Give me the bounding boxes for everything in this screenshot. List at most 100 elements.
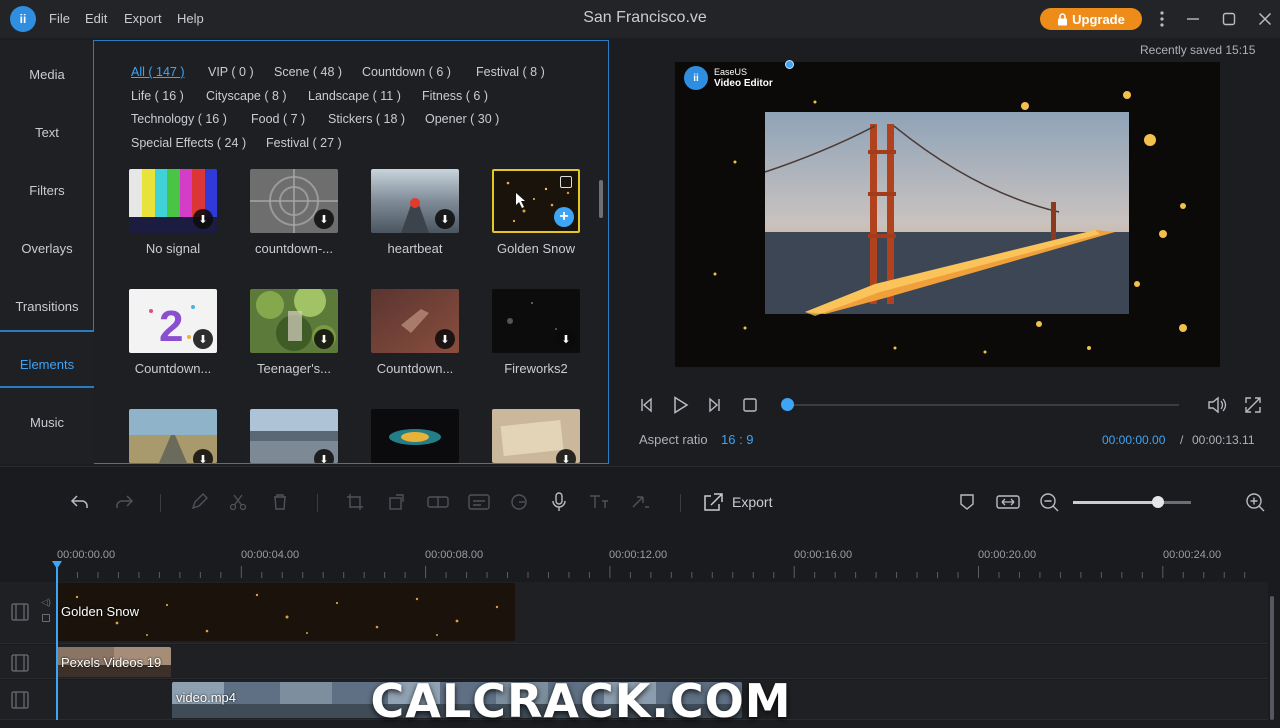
library-scrollbar[interactable] bbox=[599, 180, 603, 218]
seek-bar[interactable] bbox=[787, 404, 1179, 406]
close-icon[interactable] bbox=[1254, 8, 1276, 30]
volume-icon[interactable] bbox=[1207, 395, 1227, 415]
edit-icon[interactable] bbox=[187, 490, 211, 514]
element-thumbnail[interactable]: ⬇ bbox=[250, 409, 338, 463]
filter-vip[interactable]: VIP ( 0 ) bbox=[208, 65, 254, 79]
element-thumbnail[interactable]: ⬇ bbox=[250, 289, 338, 353]
sidebar-item-elements[interactable]: Elements bbox=[0, 335, 94, 393]
download-icon[interactable]: ⬇ bbox=[314, 329, 334, 349]
marker-icon[interactable] bbox=[955, 490, 979, 514]
menu-file[interactable]: File bbox=[49, 11, 70, 26]
filter-countdown[interactable]: Countdown ( 6 ) bbox=[362, 65, 451, 79]
clip-label: Pexels Videos 19 bbox=[61, 655, 162, 670]
next-frame-icon[interactable] bbox=[704, 395, 724, 415]
sidebar-item-overlays[interactable]: Overlays bbox=[0, 219, 94, 277]
preview-frame bbox=[675, 62, 1220, 367]
zoom-out-icon[interactable] bbox=[1037, 490, 1061, 514]
element-thumbnail[interactable]: ⬇ bbox=[129, 409, 217, 463]
timeline-clip-pexels[interactable]: Pexels Videos 19 bbox=[57, 647, 171, 677]
fit-timeline-icon[interactable] bbox=[996, 490, 1020, 514]
element-thumbnail-selected[interactable]: + bbox=[492, 169, 580, 233]
previous-frame-icon[interactable] bbox=[637, 395, 657, 415]
element-thumbnail[interactable] bbox=[371, 409, 459, 463]
undo-icon[interactable] bbox=[68, 490, 92, 514]
text-to-speech-icon[interactable] bbox=[587, 490, 611, 514]
sidebar-item-transitions[interactable]: Transitions bbox=[0, 277, 94, 335]
sidebar-item-music[interactable]: Music bbox=[0, 393, 94, 451]
delete-icon[interactable] bbox=[268, 490, 292, 514]
element-thumbnail[interactable]: ⬇ bbox=[492, 409, 580, 463]
crop-icon[interactable] bbox=[343, 490, 367, 514]
fullscreen-icon[interactable] bbox=[1243, 395, 1263, 415]
download-icon[interactable]: ⬇ bbox=[193, 449, 213, 463]
element-thumbnail[interactable]: ⬇ bbox=[492, 289, 580, 353]
time-separator: / bbox=[1180, 433, 1184, 447]
element-thumbnail[interactable]: ⬇ bbox=[250, 169, 338, 233]
upgrade-label: Upgrade bbox=[1072, 11, 1125, 27]
export-button[interactable]: Export bbox=[702, 490, 772, 514]
more-options-icon[interactable] bbox=[1151, 8, 1173, 30]
toolbar-divider bbox=[317, 494, 318, 512]
download-icon[interactable]: ⬇ bbox=[435, 329, 455, 349]
timeline-clip-golden-snow[interactable]: Golden Snow bbox=[57, 583, 515, 641]
track-lock-icon[interactable] bbox=[42, 614, 50, 622]
sidebar-item-text[interactable]: Text bbox=[0, 103, 94, 161]
element-thumbnail[interactable]: 2 ⬇ bbox=[129, 289, 217, 353]
minimize-icon[interactable] bbox=[1182, 8, 1204, 30]
seek-knob[interactable] bbox=[781, 398, 794, 411]
download-icon[interactable]: ⬇ bbox=[314, 449, 334, 463]
preview-toggle-icon[interactable] bbox=[560, 176, 572, 188]
aspect-ratio-select[interactable]: 16 : 9 bbox=[721, 432, 754, 447]
subtitle-icon[interactable] bbox=[467, 490, 491, 514]
element-thumbnail[interactable]: ⬇ bbox=[371, 169, 459, 233]
filter-landscape[interactable]: Landscape ( 11 ) bbox=[308, 89, 401, 103]
element-thumbnail[interactable]: ⬇ bbox=[371, 289, 459, 353]
filter-all[interactable]: All ( 147 ) bbox=[131, 65, 185, 79]
filter-cityscape[interactable]: Cityscape ( 8 ) bbox=[206, 89, 287, 103]
filter-life[interactable]: Life ( 16 ) bbox=[131, 89, 184, 103]
rotate-icon[interactable] bbox=[385, 490, 409, 514]
sidebar-item-filters[interactable]: Filters bbox=[0, 161, 94, 219]
total-time: 00:00:13.11 bbox=[1192, 433, 1255, 447]
timeline-ruler[interactable] bbox=[57, 566, 1267, 578]
menu-export[interactable]: Export bbox=[124, 11, 162, 26]
video-preview[interactable] bbox=[675, 62, 1220, 367]
filter-opener[interactable]: Opener ( 30 ) bbox=[425, 112, 499, 126]
selection-handle[interactable] bbox=[785, 60, 794, 69]
filter-special-effects[interactable]: Special Effects ( 24 ) bbox=[131, 136, 246, 150]
filter-food[interactable]: Food ( 7 ) bbox=[251, 112, 305, 126]
speed-icon[interactable] bbox=[426, 490, 450, 514]
filter-technology[interactable]: Technology ( 16 ) bbox=[131, 112, 227, 126]
download-icon[interactable]: ⬇ bbox=[435, 209, 455, 229]
color-icon[interactable] bbox=[507, 490, 531, 514]
sidebar-item-media[interactable]: Media bbox=[0, 45, 94, 103]
track-audio-toggle-icon[interactable]: ◁) bbox=[41, 597, 51, 608]
download-icon[interactable]: ⬇ bbox=[556, 449, 576, 463]
upgrade-button[interactable]: Upgrade bbox=[1040, 8, 1142, 30]
download-icon[interactable]: ⬇ bbox=[314, 209, 334, 229]
add-icon[interactable]: + bbox=[554, 207, 574, 227]
freeze-icon[interactable] bbox=[629, 490, 653, 514]
menu-edit[interactable]: Edit bbox=[85, 11, 107, 26]
filter-stickers[interactable]: Stickers ( 18 ) bbox=[328, 112, 405, 126]
filter-fitness[interactable]: Fitness ( 6 ) bbox=[422, 89, 488, 103]
zoom-slider-knob[interactable] bbox=[1151, 496, 1164, 508]
ruler-time-label: 00:00:00.00 bbox=[57, 549, 116, 561]
download-icon[interactable]: ⬇ bbox=[193, 329, 213, 349]
filter-festival[interactable]: Festival ( 8 ) bbox=[476, 65, 545, 79]
maximize-icon[interactable] bbox=[1218, 8, 1240, 30]
filter-festival-2[interactable]: Festival ( 27 ) bbox=[266, 136, 342, 150]
timeline-scrollbar[interactable] bbox=[1270, 596, 1274, 720]
download-icon[interactable]: ⬇ bbox=[556, 329, 576, 349]
menu-help[interactable]: Help bbox=[177, 11, 204, 26]
element-thumbnail[interactable]: ⬇ bbox=[129, 169, 217, 233]
element-label: Teenager's... bbox=[256, 361, 332, 376]
microphone-icon[interactable] bbox=[547, 490, 571, 514]
redo-icon[interactable] bbox=[112, 490, 136, 514]
download-icon[interactable]: ⬇ bbox=[193, 209, 213, 229]
zoom-in-icon[interactable] bbox=[1243, 490, 1267, 514]
play-icon[interactable] bbox=[670, 395, 690, 415]
filter-scene[interactable]: Scene ( 48 ) bbox=[274, 65, 342, 79]
stop-icon[interactable] bbox=[740, 395, 760, 415]
cut-icon[interactable] bbox=[226, 490, 250, 514]
